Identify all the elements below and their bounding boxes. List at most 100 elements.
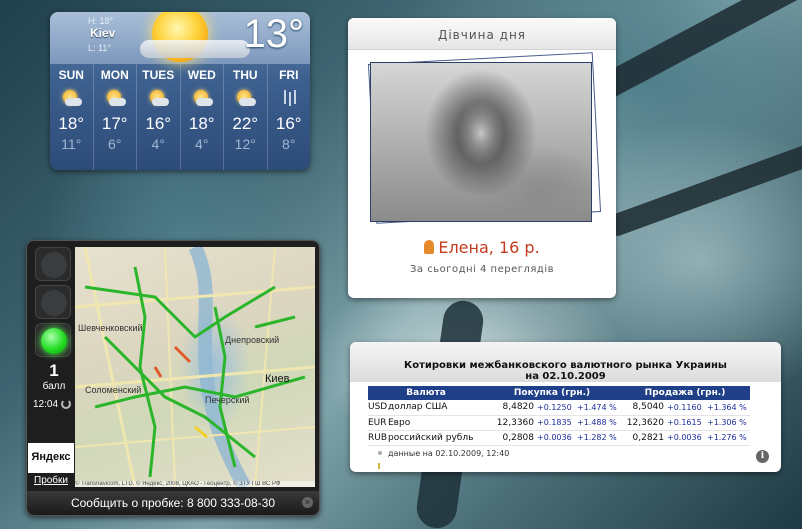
sell-change: +0.0036 [664, 430, 704, 446]
sell-rate: 8,5040 [620, 400, 664, 416]
traffic-score: 1 [49, 361, 59, 380]
sun-cloud-icon [234, 88, 257, 110]
currency-code: USD [368, 400, 388, 416]
weather-low: L: 11° [88, 43, 111, 53]
table-row: EUR Евро 12,3360 +0.1835 +1.488 % 12,362… [368, 415, 750, 431]
currency-rates-widget[interactable]: Котировки межбанковского валютного рынка… [350, 342, 781, 472]
sell-rate: 12,3620 [620, 415, 664, 431]
day-name: FRI [279, 68, 299, 82]
day-low: 4° [195, 136, 209, 152]
map-label-solomensky: Соломенский [85, 385, 142, 395]
column-header: Валюта [368, 386, 484, 400]
buy-change-percent: +1.488 % [574, 415, 620, 431]
sell-rate: 0,2821 [620, 430, 664, 446]
day-low: 4° [151, 136, 165, 152]
currency-note-text: данные на 02.10.2009, 12:40 [388, 449, 510, 458]
sun-cloud-icon [191, 88, 213, 110]
info-icon[interactable]: i [756, 450, 769, 463]
buy-change-percent: +1.282 % [574, 430, 620, 446]
buy-change: +0.1250 [534, 400, 574, 416]
traffic-light-red [35, 247, 71, 281]
girl-photo[interactable] [370, 62, 592, 222]
day-name: MON [100, 68, 129, 82]
column-header: Продажа (грн.) [620, 386, 750, 400]
sun-cloud-icon [104, 88, 126, 110]
girl-widget-title: Дівчина дня [348, 18, 616, 50]
day-high: 18° [188, 114, 215, 133]
forecast-day: THU 22° 12° [223, 64, 267, 170]
forecast-day: WED 18° 4° [179, 64, 224, 170]
buy-change: +0.1835 [534, 415, 574, 431]
forecast-day: SUN 18° 11° [50, 64, 93, 170]
buy-change-percent: +1.474 % [574, 400, 620, 416]
probki-link[interactable]: Пробки [28, 475, 74, 487]
weather-widget[interactable]: H: 18° Kiev L: 11° 13° SUN 18° 11° MON 1… [50, 12, 310, 170]
day-low: 12° [234, 136, 256, 152]
day-low: 6° [108, 136, 122, 152]
yandex-logo-text: Яндекс [31, 451, 71, 463]
day-high: 17° [101, 114, 128, 133]
traffic-score-label: балл [42, 381, 66, 392]
wallpaper-branch [602, 143, 802, 239]
day-high: 16° [275, 114, 302, 133]
table-header-row: Валюта Покупка (грн.) Продажа (грн.) [368, 386, 750, 400]
current-temperature: 13° [243, 12, 305, 56]
sell-change-percent: +1.364 % [704, 400, 750, 416]
currency-data-timestamp: данные на 02.10.2009, 12:40 [378, 449, 509, 458]
traffic-light [35, 247, 73, 361]
sun-cloud-icon [147, 88, 170, 110]
forecast-day: FRI 16° 8° [266, 64, 311, 170]
girl-name[interactable]: Елена, 16 р. [438, 238, 539, 257]
currency-name: российский рубль [388, 430, 484, 446]
forecast-day: TUES 16° 4° [136, 64, 180, 170]
refresh-icon[interactable] [61, 399, 71, 409]
day-name: SUN [58, 68, 84, 82]
day-high: 16° [145, 114, 172, 133]
map-label-dneprovsky: Днепровский [225, 335, 280, 345]
map-label-city: Киев [265, 373, 290, 385]
traffic-time: 12:04 [33, 399, 59, 410]
girl-name-link[interactable]: Елена, 16 р. [348, 238, 616, 257]
day-name: TUES [142, 68, 175, 82]
girl-of-the-day-widget[interactable]: Дівчина дня Елена, 16 р. За сьогодні 4 п… [348, 18, 616, 298]
day-low: 11° [61, 136, 82, 152]
weather-city: Kiev [90, 26, 116, 40]
currency-name: доллар США [388, 400, 484, 416]
sun-cloud-icon [60, 88, 83, 110]
traffic-light-green [35, 323, 71, 357]
map-roads [75, 247, 315, 487]
buy-rate: 12,3360 [484, 415, 534, 431]
sell-change-percent: +1.306 % [704, 415, 750, 431]
currency-title-line1: Котировки межбанковского валютного рынка… [404, 360, 727, 371]
rain-icon [278, 88, 300, 110]
buy-rate: 8,4820 [484, 400, 534, 416]
buy-rate: 0,2808 [484, 430, 534, 446]
table-row: RUB российский рубль 0,2808 +0.0036 +1.2… [368, 430, 750, 446]
day-high: 18° [58, 114, 85, 133]
bullet-icon [378, 451, 382, 455]
currency-title: Котировки межбанковского валютного рынка… [350, 342, 781, 382]
currency-name: Евро [388, 415, 484, 431]
sell-change: +0.1160 [664, 400, 704, 416]
buy-change: +0.0036 [534, 430, 574, 446]
traffic-widget[interactable]: 1 балл 12:04 Яндекс Пробки Шевченковский… [26, 240, 320, 516]
day-name: THU [232, 68, 258, 82]
close-icon[interactable]: × [302, 497, 313, 508]
table-row: USD доллар США 8,4820 +0.1250 +1.474 % 8… [368, 400, 750, 416]
sell-change: +0.1615 [664, 415, 704, 431]
person-icon [424, 240, 435, 254]
day-high: 22° [232, 114, 259, 133]
map-label-shevchenkovsky: Шевченковский [78, 323, 143, 333]
traffic-map[interactable]: Шевченковский Днепровский Киев Печерский… [75, 247, 315, 487]
report-traffic-bar[interactable]: Сообщить о пробке: 8 800 333-08-30 × [27, 491, 319, 515]
cloud-icon [140, 40, 250, 58]
map-copyright: © Transnavicom, LTD. © Яндекс, 2008, ЦКА… [75, 481, 315, 487]
currency-title-line2: на 02.10.2009 [525, 371, 606, 382]
yandex-logo[interactable]: Яндекс [28, 443, 74, 473]
traffic-light-yellow [35, 285, 71, 319]
girl-views-count: За сьогодні 4 переглядів [410, 264, 554, 275]
currency-code: EUR [368, 415, 388, 431]
column-header: Покупка (грн.) [484, 386, 620, 400]
day-low: 8° [282, 136, 296, 152]
weather-header: H: 18° Kiev L: 11° 13° [50, 12, 310, 64]
